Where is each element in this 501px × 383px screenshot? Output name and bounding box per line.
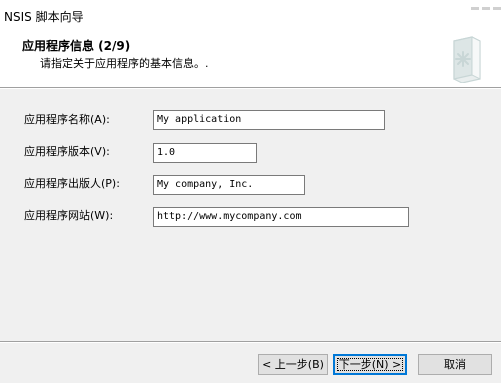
cancel-button-label: 取消 (444, 358, 466, 371)
page-title: 应用程序信息 (2/9) (22, 39, 131, 53)
footer-divider (0, 341, 501, 343)
app-website-input[interactable]: http://www.mycompany.com (153, 207, 409, 227)
app-name-input[interactable]: My application (153, 110, 385, 130)
cancel-button[interactable]: 取消 (418, 354, 492, 375)
app-version-input[interactable]: 1.0 (153, 143, 257, 163)
title-bar: NSIS 脚本向导 (0, 0, 501, 33)
app-version-label: 应用程序版本(V): (24, 145, 110, 158)
app-website-label: 应用程序网站(W): (24, 209, 114, 222)
script-document-icon (453, 36, 481, 83)
app-publisher-input[interactable]: My company, Inc. (153, 175, 305, 195)
window-title: NSIS 脚本向导 (4, 10, 84, 24)
wizard-window: NSIS 脚本向导 应用程序信息 (2/9) 请指定关于应用程序的基本信息。. … (0, 0, 501, 383)
back-button[interactable]: < 上一步(B) (258, 354, 328, 375)
app-publisher-label: 应用程序出版人(P): (24, 177, 120, 190)
next-button[interactable]: 下一步(N) > (333, 354, 407, 375)
next-button-label: 下一步(N) > (338, 358, 402, 371)
wizard-header: 应用程序信息 (2/9) 请指定关于应用程序的基本信息。. (0, 33, 501, 87)
back-button-label: < 上一步(B) (262, 358, 324, 371)
title-bar-controls (468, 0, 501, 10)
header-divider (0, 87, 501, 89)
app-name-label: 应用程序名称(A): (24, 113, 110, 126)
page-subtitle: 请指定关于应用程序的基本信息。. (40, 57, 209, 70)
